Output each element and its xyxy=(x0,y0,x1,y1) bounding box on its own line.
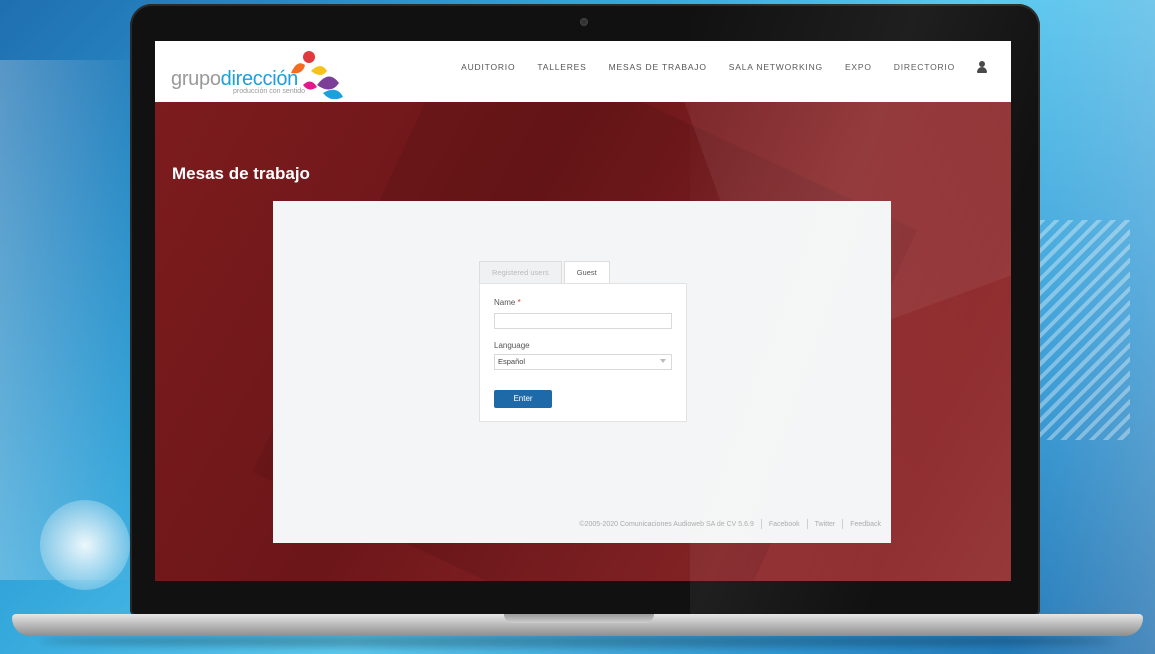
nav-sala-networking[interactable]: SALA NETWORKING xyxy=(729,62,823,72)
nav-talleres[interactable]: TALLERES xyxy=(537,62,586,72)
chevron-down-icon xyxy=(660,359,666,363)
footer-link-facebook[interactable]: Facebook xyxy=(769,521,800,528)
nav-expo[interactable]: EXPO xyxy=(845,62,872,72)
user-icon[interactable] xyxy=(977,61,987,73)
laptop-base xyxy=(12,614,1143,636)
tab-registered-users[interactable]: Registered users xyxy=(479,261,562,284)
language-select[interactable]: Español xyxy=(494,354,672,370)
footer-copyright: ©2005-2020 Comunicaciones Audioweb SA de… xyxy=(579,520,754,528)
top-navbar: grupodirección producción con sentido AU… xyxy=(155,41,1011,102)
login-tabs: Registered users Guest xyxy=(479,261,612,285)
footer-link-feedback[interactable]: Feedback xyxy=(850,521,881,528)
name-input[interactable] xyxy=(494,313,672,329)
background-stripes xyxy=(1040,220,1130,440)
name-label: Name * xyxy=(494,298,521,307)
footer: ©2005-2020 Comunicaciones Audioweb SA de… xyxy=(579,519,881,529)
enter-button[interactable]: Enter xyxy=(494,390,552,408)
brand-logo[interactable]: grupodirección producción con sentido xyxy=(171,51,361,99)
guest-form: Name * Language Español Enter xyxy=(479,283,687,422)
nav-auditorio[interactable]: AUDITORIO xyxy=(461,62,515,72)
tab-guest[interactable]: Guest xyxy=(563,261,610,285)
footer-link-twitter[interactable]: Twitter xyxy=(815,521,836,528)
language-selected-value: Español xyxy=(498,357,526,366)
login-box: Registered users Guest Name * Language E… xyxy=(479,261,687,422)
laptop-lid: grupodirección producción con sentido AU… xyxy=(130,4,1040,616)
laptop-notch xyxy=(504,614,654,623)
background-glow xyxy=(40,500,130,590)
content-card: Registered users Guest Name * Language E… xyxy=(273,201,891,543)
logo-tagline: producción con sentido xyxy=(233,88,305,95)
nav-directorio[interactable]: DIRECTORIO xyxy=(894,62,955,72)
camera-icon xyxy=(580,18,588,26)
language-label: Language xyxy=(494,341,530,350)
main-menu: AUDITORIO TALLERES MESAS DE TRABAJO SALA… xyxy=(439,61,987,73)
browser-screen: grupodirección producción con sentido AU… xyxy=(155,41,1011,581)
page-title: Mesas de trabajo xyxy=(172,164,310,183)
nav-mesas-de-trabajo[interactable]: MESAS DE TRABAJO xyxy=(609,62,707,72)
